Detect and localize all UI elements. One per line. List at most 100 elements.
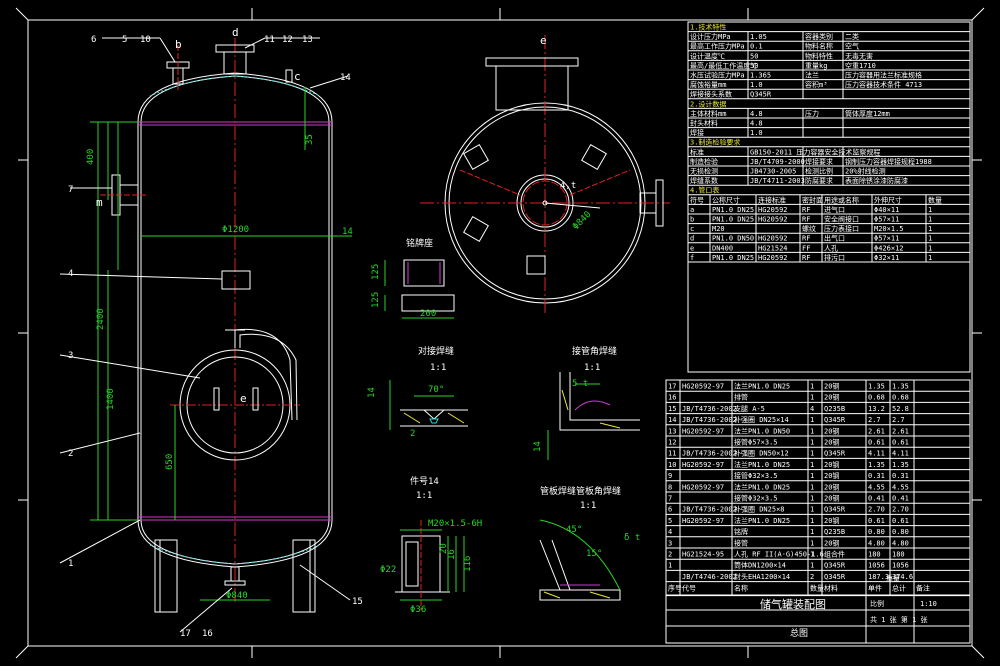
title-block-ratio: 1:10 <box>920 600 937 608</box>
parts-row-11-c2: 补强圈 DN25×8 <box>734 505 785 514</box>
parts-row-9-c6: 4.55 <box>892 483 909 491</box>
parts-row-2-c5: 13.2 <box>868 405 885 413</box>
parts-row-14-c6: 4.80 <box>892 539 909 547</box>
parts-row-0-c3: 1 <box>810 383 814 391</box>
parts-row-8-c3: 1 <box>810 472 814 480</box>
nozzle-row-5-c5: Φ32×11 <box>874 254 899 262</box>
nozzle-row-4-c5: Φ426×12 <box>874 244 904 252</box>
parts-header-5: 单件 <box>868 584 882 593</box>
parts-row-7-c5: 1.35 <box>868 461 885 469</box>
spec-header-2: 2.设计数据 <box>690 99 726 108</box>
parts-row-9-c1: HG20592-97 <box>682 483 724 491</box>
nozzle-row-3-c4: 出气口 <box>824 234 845 243</box>
parts-row-3-c3: 1 <box>810 416 814 424</box>
parts-row-7-c2: 法兰PN1.0 DN25 <box>734 460 790 469</box>
parts-header-4: 材料 <box>824 584 838 593</box>
parts-row-2-c3: 4 <box>810 405 814 413</box>
parts-row-7-c4: 20钢 <box>824 460 839 469</box>
nozzle-row-5-c4: 排污口 <box>824 253 845 262</box>
nozzle-header-2: 连接标准 <box>758 195 786 204</box>
parts-row-16-c5: 1056 <box>868 562 885 570</box>
nozzle-row-1-c1: PN1.0 DN25 <box>712 216 754 224</box>
parts-row-2-c0: 15 <box>668 405 676 413</box>
parts-row-17-c1: JB/T4746-2002 <box>682 573 737 581</box>
spec-row-4-c1: 1.365 <box>750 72 771 80</box>
parts-row-5-c5: 0.61 <box>868 439 885 447</box>
spec2-row-0-c3: 筒体厚度12mm <box>845 109 890 118</box>
spec-row-3-c3: 空重1710 <box>845 61 876 70</box>
spec-row-3-c2: 重量kg <box>805 62 827 70</box>
spec3-row-3-c2: 防腐要求 <box>805 176 833 185</box>
parts-row-12-c3: 1 <box>810 517 814 525</box>
parts-row-11-c6: 2.70 <box>892 506 909 514</box>
parts-row-2-c6: 52.8 <box>892 405 909 413</box>
parts-row-15-c4: 组合件 <box>824 550 845 559</box>
parts-row-15-c0: 2 <box>668 551 672 559</box>
nozzle-row-0-c2: HG20592 <box>758 206 788 214</box>
parts-row-6-c6: 4.11 <box>892 450 909 458</box>
parts-header-7: 备注 <box>916 584 930 593</box>
spec2-row-1-c0: 封头材料 <box>690 119 718 128</box>
parts-row-5-c6: 0.61 <box>892 439 909 447</box>
spec-row-1-c3: 空气 <box>845 42 859 51</box>
nozzle-row-3-c1: PN1.0 DN50 <box>712 235 754 243</box>
parts-row-3-c2: 补强圈 DN25×14 <box>734 415 789 424</box>
nozzle-row-1-c4: 安全阀接口 <box>824 215 859 224</box>
parts-row-5-c3: 1 <box>810 439 814 447</box>
parts-row-10-c3: 1 <box>810 495 814 503</box>
nozzle-header-1: 公称尺寸 <box>712 195 740 204</box>
spec2-row-0-c0: 主体材料mm <box>690 109 726 118</box>
parts-row-13-c6: 0.80 <box>892 528 909 536</box>
parts-row-12-c2: 法兰PN1.0 DN25 <box>734 516 790 525</box>
parts-row-17-c4: Q345R <box>824 573 846 581</box>
parts-header-1: 代号 <box>682 584 696 593</box>
nozzle-row-4-c1: DN400 <box>712 244 733 252</box>
parts-row-14-c3: 1 <box>810 539 814 547</box>
spec3-row-2-c0: 无损检测 <box>690 167 718 176</box>
spec-row-5-c1: 1.0 <box>750 81 763 89</box>
parts-row-16-c0: 1 <box>668 562 672 570</box>
nozzle-header-6: 数量 <box>928 195 942 204</box>
parts-row-14-c4: 20钢 <box>824 538 839 547</box>
parts-row-12-c5: 0.61 <box>868 517 885 525</box>
parts-row-0-c6: 1.35 <box>892 383 909 391</box>
nozzle-row-0-c4: 进气口 <box>824 205 845 214</box>
title-block-sub: 总图 <box>790 627 808 639</box>
parts-row-6-c2: 补强圈 DN50×12 <box>734 449 789 458</box>
parts-row-11-c4: Q345R <box>824 506 846 514</box>
spec3-row-1-c2: 焊接要求 <box>805 157 833 166</box>
title-block-sheet: 共 1 张 第 1 张 <box>870 615 928 624</box>
spec-row-3-c0: 最高/最低工作温度℃ <box>690 61 757 70</box>
nozzle-header-0: 符号 <box>690 195 704 204</box>
nozzle-header-5: 外伸尺寸 <box>874 195 902 204</box>
nozzle-row-2-c0: c <box>690 225 694 233</box>
parts-row-14-c5: 4.80 <box>868 539 885 547</box>
parts-row-6-c4: Q345R <box>824 450 846 458</box>
parts-row-7-c6: 1.35 <box>892 461 909 469</box>
parts-row-1-c6: 0.68 <box>892 394 909 402</box>
spec2-row-2-c1: 1.0 <box>750 129 763 137</box>
spec2-row-1-c1: 4.8 <box>750 120 763 128</box>
title-block-scale-label: 比例 <box>870 599 884 608</box>
title-block-title: 储气罐装配图 <box>760 597 826 611</box>
parts-row-0-c2: 法兰PN1.0 DN25 <box>734 382 790 391</box>
parts-row-11-c3: 1 <box>810 506 814 514</box>
nozzle-row-1-c2: HG20592 <box>758 216 788 224</box>
parts-row-3-c6: 2.7 <box>892 416 905 424</box>
parts-row-3-c1: JB/T4736-2002 <box>682 416 737 424</box>
parts-row-5-c2: 接管Φ57×3.5 <box>734 438 778 447</box>
parts-row-15-c5: 180 <box>868 551 881 559</box>
parts-row-16-c6: 1056 <box>892 562 909 570</box>
parts-row-12-c6: 0.61 <box>892 517 909 525</box>
parts-row-17-c2: 封头EHA1200×14 <box>734 572 790 581</box>
nozzle-row-1-c5: Φ57×11 <box>874 216 899 224</box>
nozzle-row-2-c6: 1 <box>928 225 932 233</box>
parts-header-6: 总计 <box>892 584 906 593</box>
nozzle-row-0-c1: PN1.0 DN25 <box>712 206 754 214</box>
spec-row-0-c0: 设计压力MPa <box>690 32 731 41</box>
parts-row-13-c5: 0.80 <box>868 528 885 536</box>
parts-row-8-c5: 0.31 <box>868 472 885 480</box>
parts-row-17-c3: 2 <box>810 573 814 581</box>
nozzle-row-3-c3: RF <box>802 235 810 243</box>
parts-row-4-c6: 2.61 <box>892 427 909 435</box>
